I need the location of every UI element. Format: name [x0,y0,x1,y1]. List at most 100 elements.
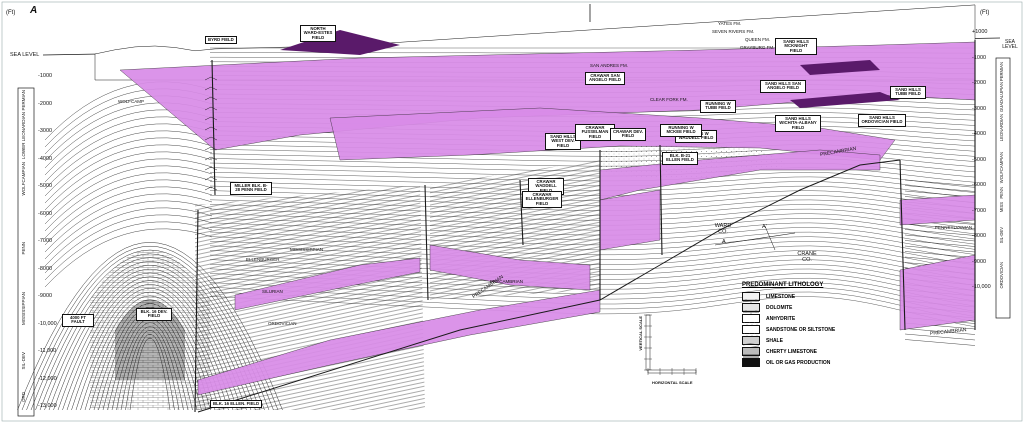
basin-bed-line [44,172,213,232]
legend-item: SANDSTONE OR SILTSTONE [742,324,862,339]
field-label: BLK. B-21 ELLEN FIELD [662,152,698,165]
ward-county-label: WARD CO. [714,223,732,235]
left-strat-unit: SIL-DEV [21,352,26,370]
formation-label: QUEEN FM. [745,37,771,42]
field-label: CRAWAR DEV. FIELD [610,128,646,141]
formation-label: WOLFCAMP [118,99,145,104]
highlighted-unit [899,254,976,331]
legend-item: LIMESTONE [742,291,862,306]
right-block-bed [904,179,976,187]
legend-label: DOLOMITE [766,304,793,311]
basin-bed-line [44,200,213,260]
right-depth-tick: -10,000 [972,284,991,290]
legend-label: ANHYDRITE [766,315,796,322]
right-strat-unit: PERMIAN [999,62,1004,82]
vertical-scale-bar [645,314,651,371]
field-label: SAND HILLS MCKNIGHT FIELD [775,38,817,55]
left-depth-tick: -5000 [38,183,53,189]
formation-label: CLEAR FORK FM. [650,97,688,102]
right-strat-unit: GUADALUPIAN [999,82,1004,113]
right-depth-tick: +1000 [972,29,988,35]
field-label: BYRD FIELD [205,36,237,45]
left-depth-tick: -6000 [38,210,53,217]
right-strat-unit: SIL-DEV [999,227,1004,244]
left-depth-tick: -4000 [38,155,53,162]
right-strat-unit: MISS [999,202,1004,213]
field-label: 4000 FT FAULT [62,314,94,327]
crane-county-label: CRANE CO. [797,251,817,263]
fault-line [424,184,429,301]
basin-bed-line [44,130,213,190]
left-unit-label: (Ft) [6,10,16,16]
formation-label: GRAYBURG FM. [740,45,775,50]
right-strat-unit: LEONARDIAN [999,114,1004,142]
left-strat-unit: PENN [21,242,26,255]
field-label: SAND HILLS TUBB FIELD [890,86,926,99]
basin-bed-line [44,123,213,183]
legend-label: SHALE [766,337,783,344]
right-depth-tick: -7000 [972,207,987,214]
field-label: CRAWAR ELLENBURGER FIELD [522,191,562,208]
basin-bed-line [44,144,213,204]
left-depth-tick: -11,000 [38,348,57,354]
legend-item: OIL OR GAS PRODUCTION [742,357,862,368]
field-label: RUNNING W MCKEE FIELD [660,124,702,137]
legend-item: DOLOMITE [742,302,862,317]
formation-label: ORDOVICIAN [268,321,297,326]
right-unit-label: (Ft) [980,10,990,16]
left-depth-tick: -3000 [38,128,53,134]
right-depth-tick: -8000 [972,233,987,239]
field-label: BLK. 16 ELLEN. FIELD [210,400,263,409]
basin-bed-line [44,179,213,239]
basin-bed-line [44,137,213,197]
cross-section-figure: A (Ft) (Ft) SEA LEVEL SEA LEVEL -1000 -20… [0,0,1024,423]
right-strat-unit: PENN [999,187,1004,199]
left-strat-unit: WOLFCAMPIAN [21,162,26,196]
field-label: BLK. 16 DEV. FIELD [136,308,172,321]
right-strat-unit: ORDOVICIAN [999,262,1004,289]
field-label: CRAWAR SAN ANGELO FIELD [585,72,625,85]
legend-swatch [742,358,760,367]
left-depth-tick: -9000 [38,293,53,299]
right-block-bed [904,240,976,247]
basin-bed-line [44,165,213,225]
field-label: SAND HILLS ORDOVICIAN FIELD [858,114,906,127]
left-sea-level-label: SEA LEVEL [10,52,40,58]
section-end-a: A [722,239,726,245]
legend-swatch [742,314,760,328]
left-depth-tick: -13,000 [38,403,57,409]
formation-label: ELLENBURGER [246,257,280,262]
legend-swatch [742,292,760,306]
field-label: SAND HILLS SAN ANGELO FIELD [760,80,806,93]
formation-label: YATES FM. [718,21,742,26]
formation-label: SEVEN RIVERS FM. [712,29,755,34]
legend-item: SHALE [742,335,862,350]
basin-bed-line [44,158,213,218]
right-block-bed [904,251,976,258]
left-strat-unit: LOWER LEONARDIAN [21,112,26,160]
legend-title: PREDOMINANT LITHOLOGY [742,282,824,288]
right-depth-tick: -5000 [972,156,987,163]
fault-tick [204,166,218,171]
formation-label: MISSISSIPPIAN [290,247,324,252]
right-depth-tick: -3000 [972,105,987,112]
legend-swatch [742,347,760,361]
left-strat-unit: ORD [21,392,26,402]
left-depth-tick: -12,000 [38,375,57,382]
right-depth-tick: -9000 [972,258,987,265]
highlighted-unit [899,194,976,226]
right-block-bed [904,339,976,346]
formation-label: SAN ANDRES FM. [590,63,629,68]
basin-bed-line [44,151,213,211]
legend-item: CHERTY LIMESTONE [742,346,862,361]
basin-bed-line [44,186,213,246]
lithology-legend: PREDOMINANT LITHOLOGY LIMESTONE DOLOMITE A… [742,282,862,368]
left-strat-unit: PERMIAN [21,90,26,111]
right-block-bed [904,245,976,253]
legend-item: ANHYDRITE [742,313,862,328]
right-strat-unit: WOLFCAMPIAN [999,152,1004,184]
right-sea-level-label: SEA LEVEL [1002,39,1018,50]
formation-label: SILURIAN [262,289,283,294]
horizontal-scale-label: HORIZONTAL SCALE [652,380,693,385]
field-label: SAND HILLS WICHITA-ALBANY FIELD [775,115,821,132]
